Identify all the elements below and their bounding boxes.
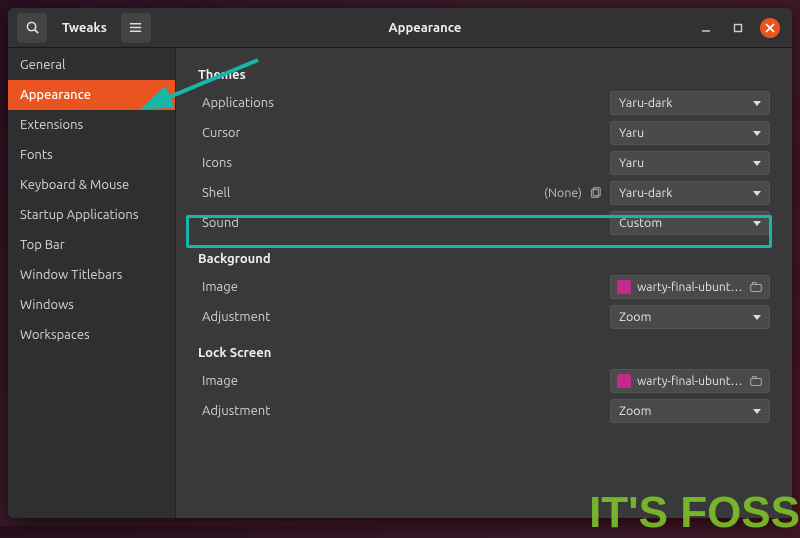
sidebar-item-keyboard-mouse[interactable]: Keyboard & Mouse xyxy=(8,170,175,200)
app-name: Tweaks xyxy=(62,21,107,35)
window-body: General Appearance Extensions Fonts Keyb… xyxy=(8,48,792,518)
filechooser-ls-image[interactable]: warty-final-ubuntu.png xyxy=(610,369,770,393)
sidebar-item-window-titlebars[interactable]: Window Titlebars xyxy=(8,260,175,290)
combo-shell-value: Yaru-dark xyxy=(619,186,673,200)
copy-icon[interactable] xyxy=(588,186,602,200)
combo-sound-value: Custom xyxy=(619,216,662,230)
label-sound: Sound xyxy=(198,216,398,230)
maximize-icon xyxy=(732,22,744,34)
sidebar-item-top-bar[interactable]: Top Bar xyxy=(8,230,175,260)
combo-ls-adjustment[interactable]: Zoom xyxy=(610,399,770,423)
chevron-down-icon xyxy=(753,191,761,196)
label-ls-image: Image xyxy=(198,374,398,388)
row-bg-adjustment: Adjustment Zoom xyxy=(198,302,770,332)
maximize-button[interactable] xyxy=(728,18,748,38)
combo-bg-adjustment-value: Zoom xyxy=(619,310,651,324)
open-file-icon xyxy=(749,374,763,388)
chevron-down-icon xyxy=(753,409,761,414)
close-button[interactable] xyxy=(760,18,780,38)
section-heading-themes: Themes xyxy=(198,68,770,82)
label-bg-adjustment: Adjustment xyxy=(198,310,398,324)
titlebar: Tweaks Appearance xyxy=(8,8,792,48)
combo-sound[interactable]: Custom xyxy=(610,211,770,235)
menu-button[interactable] xyxy=(121,13,151,43)
content-panel: Themes Applications Yaru-dark Cursor Yar… xyxy=(176,48,792,518)
chevron-down-icon xyxy=(753,221,761,226)
combo-applications[interactable]: Yaru-dark xyxy=(610,91,770,115)
label-shell: Shell xyxy=(198,186,398,200)
combo-cursor-value: Yaru xyxy=(619,126,644,140)
page-title: Appearance xyxy=(154,21,696,35)
label-cursor: Cursor xyxy=(198,126,398,140)
minimize-button[interactable] xyxy=(696,18,716,38)
filechooser-bg-image[interactable]: warty-final-ubuntu.png xyxy=(610,275,770,299)
minimize-icon xyxy=(700,22,712,34)
sidebar-item-fonts[interactable]: Fonts xyxy=(8,140,175,170)
sidebar-item-general[interactable]: General xyxy=(8,50,175,80)
combo-icons[interactable]: Yaru xyxy=(610,151,770,175)
combo-shell[interactable]: Yaru-dark xyxy=(610,181,770,205)
row-icons: Icons Yaru xyxy=(198,148,770,178)
label-applications: Applications xyxy=(198,96,398,110)
section-heading-background: Background xyxy=(198,252,770,266)
sidebar-item-extensions[interactable]: Extensions xyxy=(8,110,175,140)
sidebar-item-windows[interactable]: Windows xyxy=(8,290,175,320)
row-sound: Sound Custom xyxy=(198,208,770,238)
label-icons: Icons xyxy=(198,156,398,170)
search-icon xyxy=(25,20,40,35)
open-file-icon xyxy=(749,280,763,294)
row-cursor: Cursor Yaru xyxy=(198,118,770,148)
chevron-down-icon xyxy=(753,131,761,136)
row-bg-image: Image warty-final-ubuntu.png xyxy=(198,272,770,302)
combo-ls-adjustment-value: Zoom xyxy=(619,404,651,418)
sidebar-item-workspaces[interactable]: Workspaces xyxy=(8,320,175,350)
combo-icons-value: Yaru xyxy=(619,156,644,170)
search-button[interactable] xyxy=(17,13,47,43)
row-ls-image: Image warty-final-ubuntu.png xyxy=(198,366,770,396)
label-ls-adjustment: Adjustment xyxy=(198,404,398,418)
combo-cursor[interactable]: Yaru xyxy=(610,121,770,145)
label-bg-image: Image xyxy=(198,280,398,294)
sidebar: General Appearance Extensions Fonts Keyb… xyxy=(8,48,176,518)
image-thumbnail-icon xyxy=(617,280,631,294)
close-icon xyxy=(765,23,775,33)
combo-applications-value: Yaru-dark xyxy=(619,96,673,110)
combo-bg-adjustment[interactable]: Zoom xyxy=(610,305,770,329)
chevron-down-icon xyxy=(753,161,761,166)
sidebar-item-startup-applications[interactable]: Startup Applications xyxy=(8,200,175,230)
row-applications: Applications Yaru-dark xyxy=(198,88,770,118)
row-shell: Shell (None) Yaru-dark xyxy=(198,178,770,208)
shell-extra-text: (None) xyxy=(544,186,582,200)
tweaks-window: Tweaks Appearance General Appearance Ext… xyxy=(8,8,792,518)
chevron-down-icon xyxy=(753,315,761,320)
bg-image-filename: warty-final-ubuntu.png xyxy=(637,281,743,294)
chevron-down-icon xyxy=(753,101,761,106)
sidebar-item-appearance[interactable]: Appearance xyxy=(8,80,175,110)
watermark-text: IT'S FOSS xyxy=(589,488,800,538)
hamburger-icon xyxy=(128,20,143,35)
image-thumbnail-icon xyxy=(617,374,631,388)
section-heading-lockscreen: Lock Screen xyxy=(198,346,770,360)
ls-image-filename: warty-final-ubuntu.png xyxy=(637,375,743,388)
row-ls-adjustment: Adjustment Zoom xyxy=(198,396,770,426)
window-controls xyxy=(696,18,780,38)
